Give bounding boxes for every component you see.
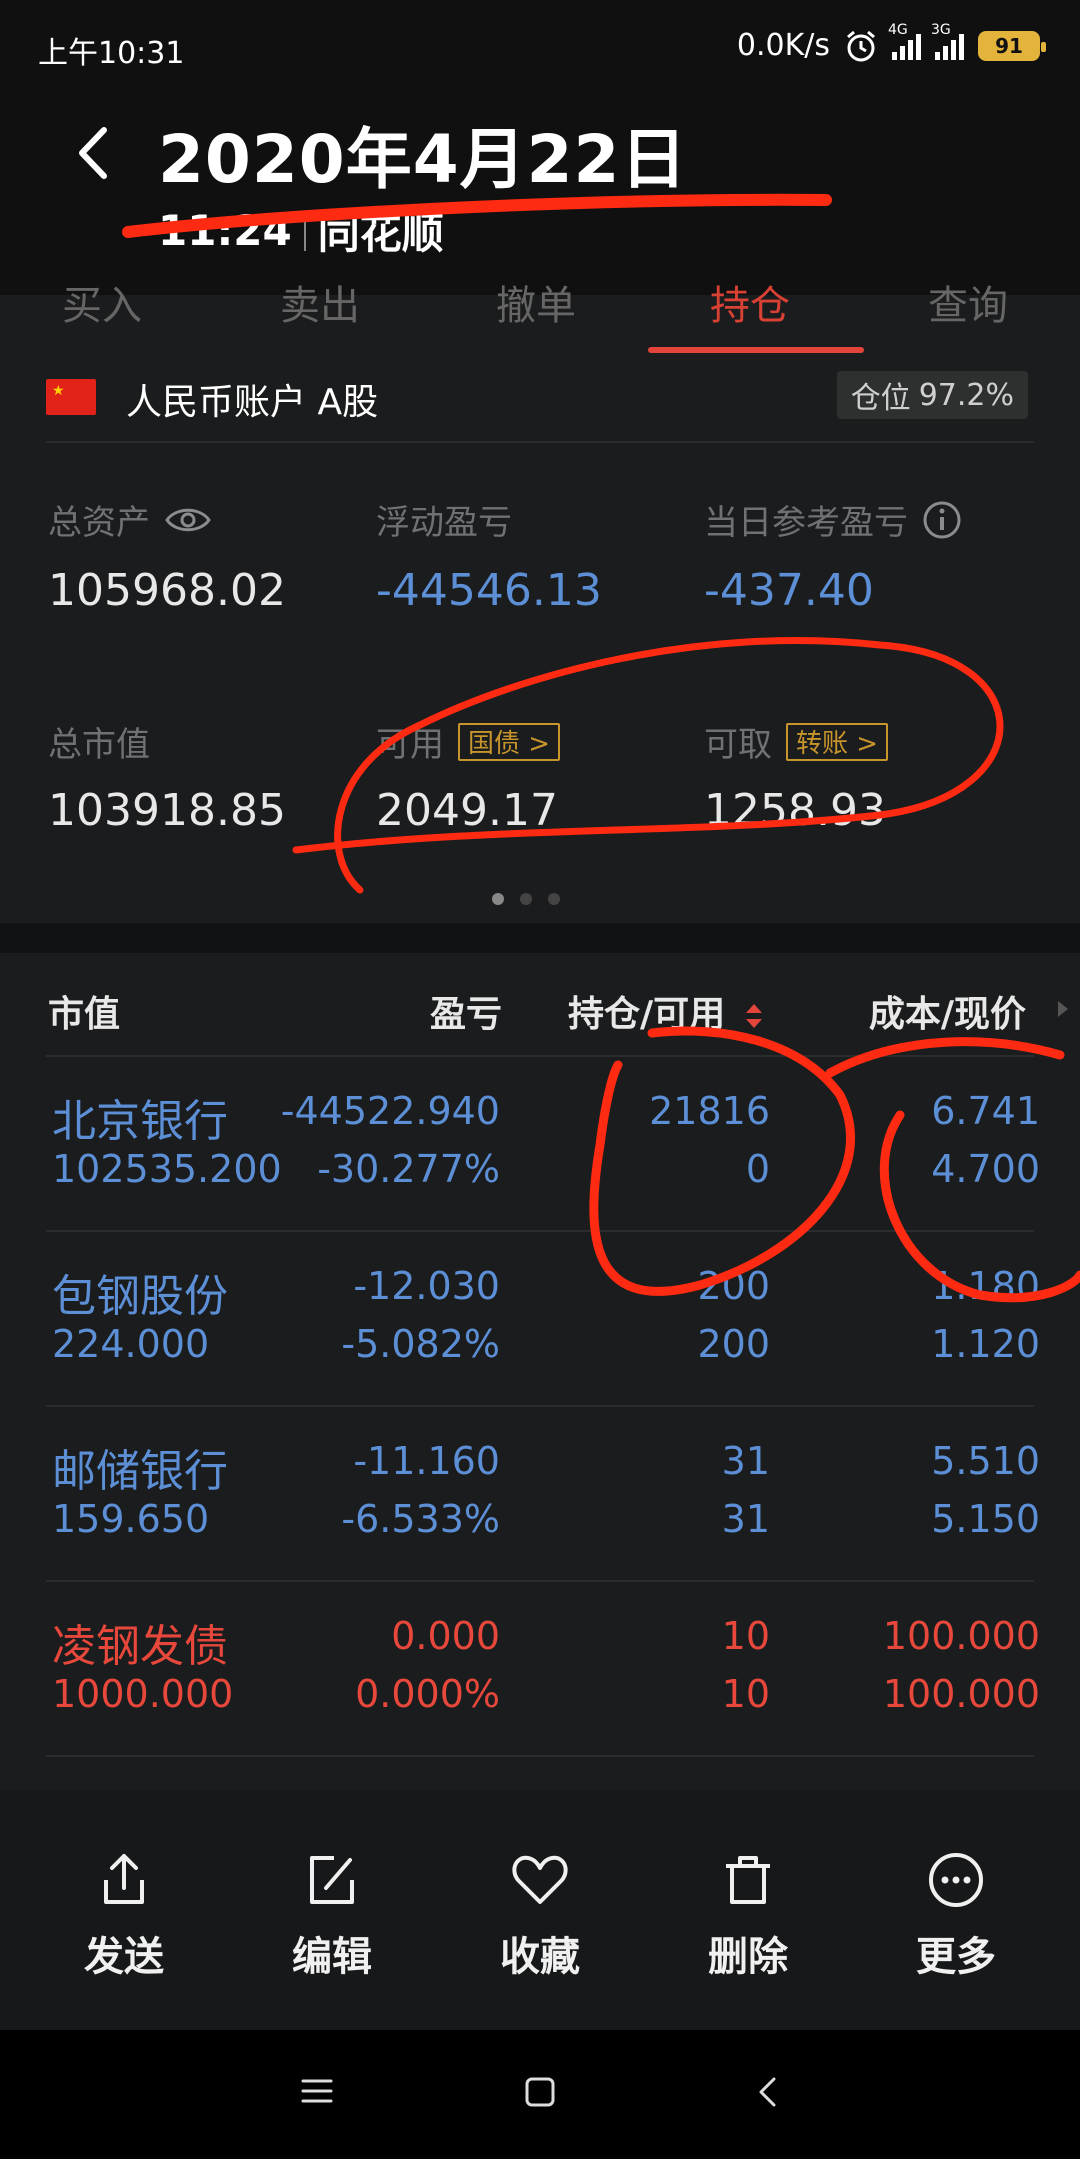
header-time: 11:24 [158, 206, 292, 255]
status-right: 0.0K/s 4G 3G 91 [736, 22, 1046, 63]
battery-icon: 91 [978, 30, 1046, 61]
favorite-label: 收藏 [500, 1934, 580, 1980]
edit-label: 编辑 [292, 1934, 372, 1980]
heart-icon [512, 1855, 568, 1904]
status-time: 上午10:31 [38, 36, 185, 71]
back-icon[interactable] [756, 2076, 778, 2108]
favorite-button[interactable]: 收藏 [460, 1850, 620, 1982]
back-arrow-icon[interactable] [68, 118, 118, 188]
notification-header: 2020年4月22日 11:24 同花顺 [0, 100, 1080, 295]
net-speed: 0.0K/s [736, 28, 830, 63]
signal-icon-3g: 3G [931, 22, 964, 60]
status-bar: 上午10:31 0.0K/s 4G 3G 91 [0, 0, 1080, 100]
app-name: 同花顺 [317, 209, 444, 258]
header-separator [303, 210, 306, 251]
delete-button[interactable]: 删除 [668, 1850, 828, 1982]
delete-label: 删除 [708, 1934, 788, 1980]
action-bar: 发送 编辑 收藏 删除 更多 [0, 1790, 1080, 2030]
main-panel: 买入 卖出 撤单 持仓 查询 ★ 人民币账户 A股 仓位 97.2% 总资产 1… [0, 283, 1080, 1790]
red-circle-annotations [292, 637, 1080, 1303]
share-icon [104, 1854, 144, 1904]
menu-icon[interactable] [300, 2076, 334, 2106]
alarm-icon [847, 30, 875, 61]
header-subline: 11:24 同花顺 [158, 200, 444, 261]
home-icon[interactable] [524, 2076, 556, 2108]
more-icon [929, 1853, 983, 1907]
more-label: 更多 [916, 1934, 996, 1980]
edit-button[interactable]: 编辑 [252, 1850, 412, 1982]
system-nav-bar [0, 2030, 1080, 2159]
edit-icon [310, 1856, 354, 1904]
date-title: 2020年4月22日 [158, 121, 688, 198]
trash-icon [726, 1856, 770, 1904]
signal-icon-4g: 4G [888, 22, 921, 60]
send-button[interactable]: 发送 [44, 1850, 204, 1982]
more-button[interactable]: 更多 [876, 1850, 1036, 1982]
send-label: 发送 [84, 1934, 164, 1980]
